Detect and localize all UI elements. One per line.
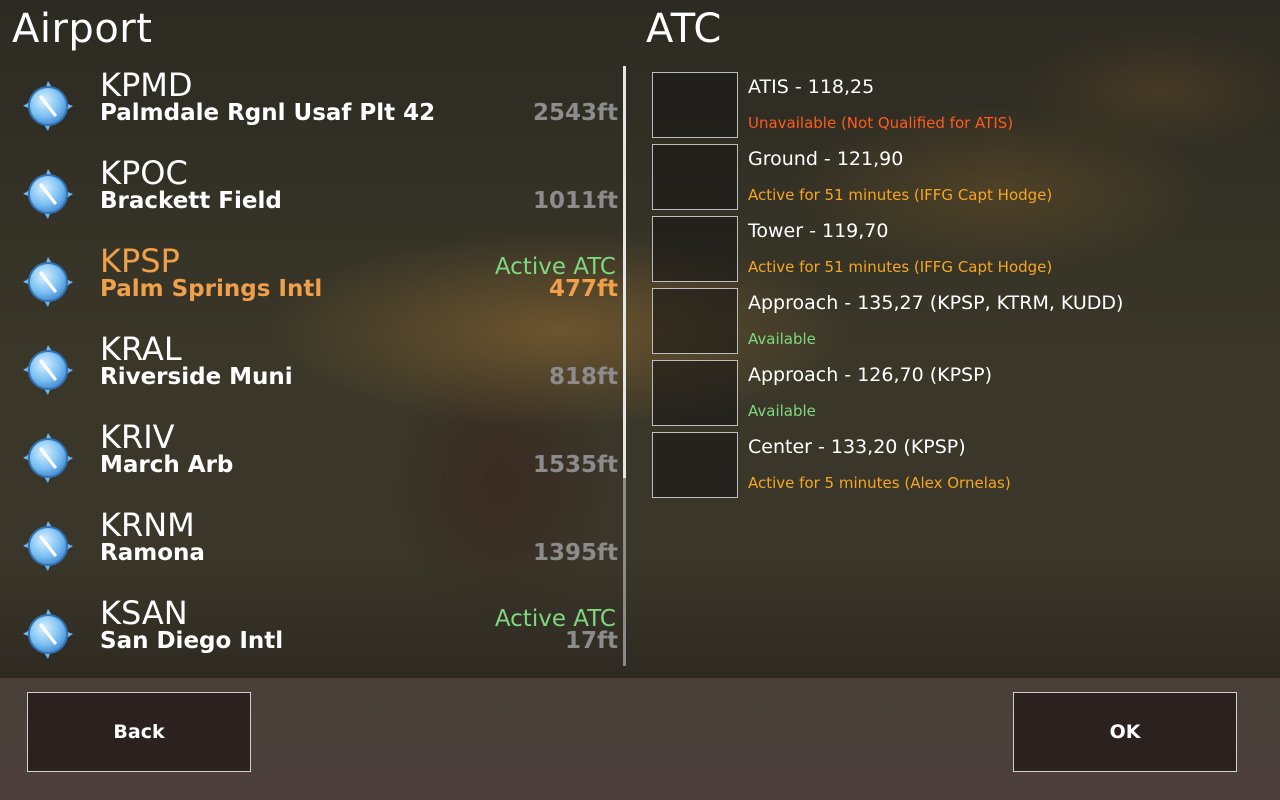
airport-compass-icon bbox=[22, 520, 74, 572]
airport-elevation: 17ft bbox=[564, 628, 618, 654]
atc-row[interactable]: Approach - 135,27 (KPSP, KTRM, KUDD) Avai… bbox=[652, 288, 1262, 354]
airport-compass-icon bbox=[22, 432, 74, 484]
atc-status: Available bbox=[748, 330, 816, 348]
atc-checkbox[interactable] bbox=[652, 432, 738, 498]
airport-compass-icon bbox=[22, 608, 74, 660]
atc-frequency-label: Approach - 126,70 (KPSP) bbox=[748, 364, 992, 386]
airport-icao: KPMD bbox=[100, 66, 193, 104]
ok-button[interactable]: OK bbox=[1013, 692, 1237, 772]
airport-elevation: 2543ft bbox=[532, 100, 618, 126]
airport-elevation: 818ft bbox=[548, 364, 618, 390]
airport-row-ksan[interactable]: KSAN San Diego Intl Active ATC 17ft bbox=[0, 594, 622, 682]
airport-list[interactable]: KPMD Palmdale Rgnl Usaf Plt 42 2543ft KPOC B… bbox=[0, 66, 622, 666]
airport-name: Palm Springs Intl bbox=[100, 276, 323, 302]
airport-row-kral[interactable]: KRAL Riverside Muni 818ft bbox=[0, 330, 622, 418]
airport-row-kpsp[interactable]: KPSP Palm Springs Intl Active ATC 477ft bbox=[0, 242, 622, 330]
back-button[interactable]: Back bbox=[27, 692, 251, 772]
airport-name: Riverside Muni bbox=[100, 364, 293, 390]
airport-section-title: Airport bbox=[12, 6, 153, 52]
airport-compass-icon bbox=[22, 344, 74, 396]
airport-row-kpmd[interactable]: KPMD Palmdale Rgnl Usaf Plt 42 2543ft bbox=[0, 66, 622, 154]
airport-icao: KRNM bbox=[100, 506, 195, 544]
atc-frequency-label: Tower - 119,70 bbox=[748, 220, 889, 242]
airport-icao: KRAL bbox=[100, 330, 182, 368]
atc-status: Active for 51 minutes (IFFG Capt Hodge) bbox=[748, 258, 1053, 276]
atc-frequency-label: Center - 133,20 (KPSP) bbox=[748, 436, 966, 458]
atc-status: Available bbox=[748, 402, 816, 420]
atc-checkbox[interactable] bbox=[652, 288, 738, 354]
airport-icao: KPSP bbox=[100, 242, 180, 280]
atc-checkbox[interactable] bbox=[652, 72, 738, 138]
atc-section-title: ATC bbox=[646, 6, 722, 52]
airport-name: Brackett Field bbox=[100, 188, 282, 214]
airport-name: Palmdale Rgnl Usaf Plt 42 bbox=[100, 100, 436, 126]
atc-status: Unavailable (Not Qualified for ATIS) bbox=[748, 114, 1014, 132]
airport-row-kriv[interactable]: KRIV March Arb 1535ft bbox=[0, 418, 622, 506]
airport-icao: KSAN bbox=[100, 594, 188, 632]
atc-checkbox[interactable] bbox=[652, 360, 738, 426]
atc-row[interactable]: Ground - 121,90 Active for 51 minutes (IF… bbox=[652, 144, 1262, 210]
airport-row-krnm[interactable]: KRNM Ramona 1395ft bbox=[0, 506, 622, 594]
atc-checkbox[interactable] bbox=[652, 216, 738, 282]
airport-name: Ramona bbox=[100, 540, 205, 566]
airport-elevation: 1395ft bbox=[532, 540, 618, 566]
airport-elevation: 477ft bbox=[548, 276, 618, 302]
airport-icao: KRIV bbox=[100, 418, 175, 456]
airport-name: March Arb bbox=[100, 452, 234, 478]
atc-status: Active for 5 minutes (Alex Ornelas) bbox=[748, 474, 1011, 492]
atc-frequency-label: Ground - 121,90 bbox=[748, 148, 904, 170]
atc-row[interactable]: Approach - 126,70 (KPSP) Available bbox=[652, 360, 1262, 426]
airport-compass-icon bbox=[22, 168, 74, 220]
atc-frequency-label: Approach - 135,27 (KPSP, KTRM, KUDD) bbox=[748, 292, 1124, 314]
airport-elevation: 1535ft bbox=[532, 452, 618, 478]
airport-icao: KPOC bbox=[100, 154, 188, 192]
atc-frequency-label: ATIS - 118,25 bbox=[748, 76, 875, 98]
airport-name: San Diego Intl bbox=[100, 628, 284, 654]
scrollbar-thumb[interactable] bbox=[623, 66, 626, 478]
atc-checkbox[interactable] bbox=[652, 144, 738, 210]
atc-row[interactable]: ATIS - 118,25 Unavailable (Not Qualified … bbox=[652, 72, 1262, 138]
airport-compass-icon bbox=[22, 256, 74, 308]
atc-status: Active for 51 minutes (IFFG Capt Hodge) bbox=[748, 186, 1053, 204]
atc-row[interactable]: Tower - 119,70 Active for 51 minutes (IFF… bbox=[652, 216, 1262, 282]
airport-elevation: 1011ft bbox=[532, 188, 618, 214]
airport-row-kpoc[interactable]: KPOC Brackett Field 1011ft bbox=[0, 154, 622, 242]
atc-row[interactable]: Center - 133,20 (KPSP) Active for 5 minut… bbox=[652, 432, 1262, 498]
airport-compass-icon bbox=[22, 80, 74, 132]
